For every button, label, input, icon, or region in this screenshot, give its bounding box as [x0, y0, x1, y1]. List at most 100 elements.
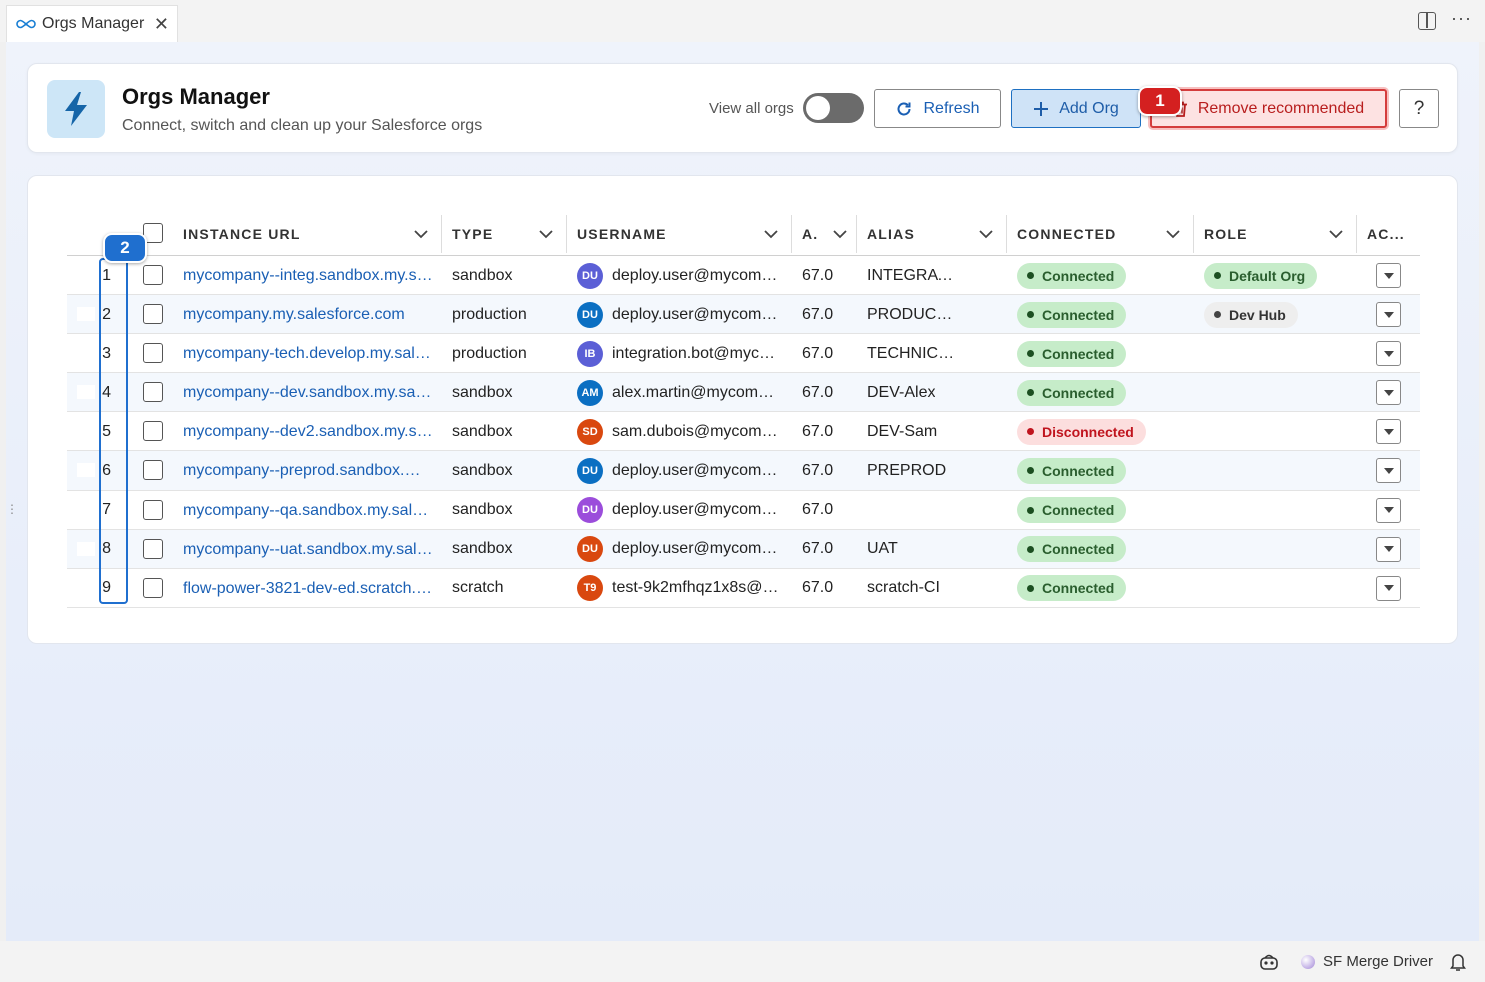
- table-row[interactable]: 9 flow-power-3821-dev-ed.scratch.my.sale…: [67, 569, 1420, 608]
- column-header-api-version[interactable]: A.: [792, 213, 856, 255]
- panel-resize-handle[interactable]: ⋮: [6, 503, 18, 515]
- row-checkbox[interactable]: [143, 343, 163, 364]
- actions-cell: [1376, 334, 1406, 373]
- username: alex.martin@mycompany.com: [612, 383, 780, 401]
- actions-cell: [1376, 530, 1406, 569]
- avatar: AM: [577, 379, 603, 406]
- instance-url-link[interactable]: mycompany--uat.sandbox.my.salesforce.com: [183, 530, 433, 569]
- instance-url-link[interactable]: mycompany--qa.sandbox.my.salesforce.com: [183, 491, 433, 530]
- close-icon[interactable]: ✕: [154, 14, 169, 35]
- instance-url-link[interactable]: mycompany--integ.sandbox.my.salesforce.c…: [183, 256, 433, 295]
- sf-merge-driver-status[interactable]: SF Merge Driver: [1301, 953, 1433, 970]
- refresh-button[interactable]: Refresh: [874, 89, 1001, 128]
- api-version: 67.0: [802, 579, 834, 597]
- bell-icon[interactable]: [1449, 952, 1467, 972]
- row-actions-button[interactable]: [1376, 302, 1401, 328]
- row-actions-button[interactable]: [1376, 380, 1401, 406]
- connection-cell: Connected: [1017, 451, 1187, 490]
- instance-url-link[interactable]: mycompany--dev2.sandbox.my.salesforce.co…: [183, 412, 433, 451]
- username-cell: IB integration.bot@mycompany.com: [577, 334, 782, 373]
- instance-url-link[interactable]: mycompany-tech.develop.my.salesforce.com: [183, 334, 433, 373]
- remove-recommended-button[interactable]: Remove recommended: [1150, 89, 1387, 128]
- alias-cell: UAT: [867, 530, 957, 569]
- copilot-icon[interactable]: [1259, 953, 1279, 971]
- help-button[interactable]: ?: [1399, 89, 1439, 128]
- split-editor-icon[interactable]: [1418, 12, 1436, 30]
- api-version: 67.0: [802, 461, 834, 479]
- instance-url-link[interactable]: flow-power-3821-dev-ed.scratch.my.salesf…: [183, 569, 433, 608]
- chevron-down-icon: [833, 230, 847, 239]
- row-actions-button[interactable]: [1376, 497, 1401, 523]
- column-header-type[interactable]: TYPE: [442, 213, 566, 255]
- more-actions-icon[interactable]: ···: [1451, 8, 1472, 29]
- row-checkbox[interactable]: [143, 304, 163, 325]
- column-header-connected[interactable]: CONNECTED: [1007, 213, 1193, 255]
- row-checkbox[interactable]: [143, 577, 163, 598]
- alias: DEV-Alex: [867, 383, 936, 401]
- avatar: DU: [577, 262, 603, 289]
- row-actions-button[interactable]: [1376, 458, 1401, 484]
- row-checkbox[interactable]: [143, 421, 163, 442]
- header-card: Orgs Manager Connect, switch and clean u…: [27, 63, 1458, 153]
- status-dot: [1027, 350, 1034, 358]
- role-cell: [1204, 491, 1354, 530]
- column-header-actions[interactable]: AC...: [1357, 213, 1420, 255]
- username: deploy.user@mycompany.com: [612, 461, 780, 479]
- caret-down-icon: [1383, 467, 1394, 474]
- table-row[interactable]: 8 mycompany--uat.sandbox.my.salesforce.c…: [67, 529, 1420, 569]
- role-cell: [1204, 451, 1354, 490]
- alias: PREPROD: [867, 461, 947, 479]
- row-actions-button[interactable]: [1376, 419, 1401, 445]
- table-header: INSTANCE URL TYPE USERNAME A. ALIAS CONN…: [67, 213, 1420, 256]
- orb-icon: [1301, 954, 1315, 969]
- connection-cell: Connected: [1017, 295, 1187, 334]
- chevron-down-icon: [764, 230, 778, 239]
- org-type: sandbox: [452, 266, 513, 284]
- tab-orgs-manager[interactable]: Orgs Manager ✕: [6, 5, 178, 42]
- row-actions-button[interactable]: [1376, 263, 1401, 288]
- actions-cell: [1376, 491, 1406, 530]
- column-header-username[interactable]: USERNAME: [567, 213, 791, 255]
- role-cell: [1204, 530, 1354, 569]
- connection-cell: Disconnected: [1017, 412, 1187, 451]
- alias-cell: PREPROD: [867, 451, 957, 490]
- row-actions-button[interactable]: [1376, 575, 1401, 601]
- row-checkbox[interactable]: [143, 382, 163, 403]
- table-row[interactable]: 5 mycompany--dev2.sandbox.my.salesforce.…: [67, 412, 1420, 452]
- table-row[interactable]: 6 mycompany--preprod.sandbox.my.salesfor…: [67, 451, 1420, 491]
- row-checkbox[interactable]: [143, 460, 163, 481]
- status-badge: Connected: [1017, 340, 1127, 367]
- add-org-label: Add Org: [1059, 99, 1119, 117]
- column-header-role[interactable]: ROLE: [1194, 213, 1356, 255]
- add-org-button[interactable]: Add Org: [1011, 89, 1141, 128]
- table-row[interactable]: 2 mycompany.my.salesforce.com production…: [67, 295, 1420, 335]
- caret-down-icon: [1383, 311, 1394, 318]
- instance-url-link[interactable]: mycompany--dev.sandbox.my.salesforce.com: [183, 373, 433, 412]
- table-row[interactable]: 3 mycompany-tech.develop.my.salesforce.c…: [67, 334, 1420, 374]
- row-actions-button[interactable]: [1376, 536, 1401, 562]
- row-checkbox[interactable]: [143, 265, 163, 285]
- view-all-orgs-toggle[interactable]: [803, 93, 864, 123]
- row-actions-button[interactable]: [1376, 341, 1401, 367]
- checkbox-column-highlight: [99, 258, 128, 604]
- instance-url-link[interactable]: mycompany--preprod.sandbox.my.salesforce…: [183, 451, 433, 490]
- table-row[interactable]: 4 mycompany--dev.sandbox.my.salesforce.c…: [67, 373, 1420, 413]
- column-header-alias[interactable]: ALIAS: [857, 213, 1006, 255]
- refresh-icon: [895, 100, 913, 118]
- username: deploy.user@mycompany.com: [612, 540, 780, 558]
- status-dot: [1027, 311, 1034, 319]
- caret-down-icon: [1383, 272, 1394, 279]
- instance-url-link[interactable]: mycompany.my.salesforce.com: [183, 295, 433, 334]
- plus-icon: [1033, 101, 1049, 117]
- table-row[interactable]: 7 mycompany--qa.sandbox.my.salesforce.co…: [67, 491, 1420, 530]
- status-dot: [1027, 272, 1034, 279]
- column-header-instance-url[interactable]: INSTANCE URL: [173, 213, 441, 255]
- caret-down-icon: [1383, 546, 1394, 553]
- page-title: Orgs Manager: [122, 84, 270, 109]
- username-cell: DU deploy.user@mycompany.com: [577, 491, 782, 530]
- alias-cell: PRODUCTION: [867, 295, 957, 334]
- table-row[interactable]: 1 mycompany--integ.sandbox.my.salesforce…: [67, 256, 1420, 296]
- actions-cell: [1376, 569, 1406, 608]
- row-checkbox[interactable]: [143, 499, 163, 520]
- row-checkbox[interactable]: [143, 538, 163, 559]
